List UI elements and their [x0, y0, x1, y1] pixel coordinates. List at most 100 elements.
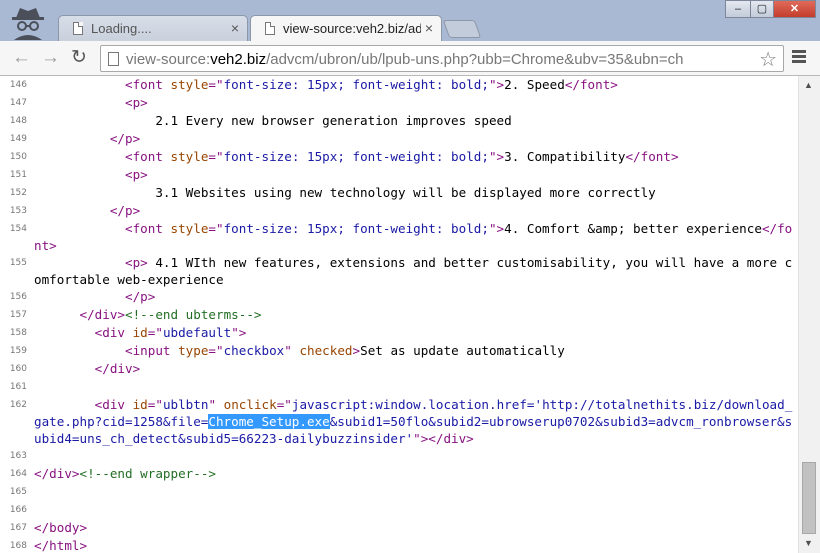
code-token: "> — [488, 149, 505, 164]
reload-button[interactable]: ↻ — [71, 48, 87, 67]
line-code: 2.1 Every new browser generation improve… — [34, 112, 798, 130]
new-tab-button[interactable] — [442, 20, 482, 38]
line-number: 165 — [9, 487, 27, 497]
code-token: <!--end ubterms--> — [125, 307, 262, 322]
vertical-scrollbar[interactable]: ▲ ▼ — [798, 76, 820, 553]
page-icon — [265, 22, 275, 35]
code-token: <p> — [125, 95, 148, 110]
line-number: 153 — [9, 206, 27, 216]
line-code — [34, 447, 798, 465]
source-line: 168 </html> — [0, 537, 798, 553]
line-code — [34, 501, 798, 519]
source-line: 164 </div><!--end wrapper--> — [0, 465, 798, 483]
scroll-up-icon[interactable]: ▲ — [804, 80, 813, 90]
title-bar: Loading.... × view-source:veh2.biz/advc … — [0, 0, 820, 42]
url-text[interactable]: view-source:veh2.biz/advcm/ubron/ub/lpub… — [126, 51, 756, 68]
code-token: </p> — [109, 203, 141, 218]
code-token: "> — [488, 77, 505, 92]
forward-button[interactable]: → — [41, 48, 60, 67]
line-number: 157 — [9, 310, 27, 320]
line-code: <p> — [34, 94, 798, 112]
maximize-button[interactable]: ▢ — [750, 0, 774, 18]
code-token: style — [170, 149, 209, 164]
source-line: 156 </p> — [0, 288, 798, 306]
code-token: 4. Comfort &amp; better experience — [504, 221, 762, 236]
incognito-icon — [12, 8, 44, 40]
line-code: </html> — [34, 537, 798, 553]
source-line: 166 — [0, 501, 798, 519]
code-token: "> — [488, 221, 505, 236]
line-number: 154 — [9, 224, 27, 234]
line-code: <font style="font-size: 15px; font-weigh… — [34, 220, 798, 254]
line-code — [34, 378, 798, 396]
line-number: 155 — [9, 258, 27, 268]
code-token: </div> — [94, 361, 141, 376]
code-token: </p> — [125, 289, 156, 304]
close-window-button[interactable]: ✕ — [773, 0, 816, 18]
code-token: font-size: 15px; font-weight: bold; — [223, 221, 489, 236]
code-token: </html> — [34, 538, 88, 553]
line-code: </div><!--end ubterms--> — [34, 306, 798, 324]
line-code: </p> — [34, 288, 798, 306]
code-token: 2.1 Every new browser generation improve… — [34, 113, 512, 128]
code-token: =" — [147, 397, 163, 412]
code-token: > — [352, 343, 361, 358]
line-number: 152 — [9, 188, 27, 198]
chrome-menu-icon[interactable] — [792, 50, 806, 65]
back-button[interactable]: ← — [12, 48, 31, 67]
source-line: 146 <font style="font-size: 15px; font-w… — [0, 76, 798, 94]
line-number: 148 — [9, 116, 27, 126]
code-token: <font — [125, 149, 171, 164]
line-code: </p> — [34, 130, 798, 148]
line-number: 146 — [9, 80, 27, 90]
code-token: 3.1 Websites using new technology will b… — [34, 185, 656, 200]
code-token: ublbtn — [162, 397, 209, 412]
tab-close-icon[interactable]: × — [425, 20, 433, 36]
scroll-thumb[interactable] — [802, 462, 816, 534]
code-token: " — [208, 397, 224, 412]
source-line: 154 <font style="font-size: 15px; font-w… — [0, 220, 798, 254]
line-number: 150 — [9, 152, 27, 162]
source-view[interactable]: 146 <font style="font-size: 15px; font-w… — [0, 76, 798, 553]
code-token: <!--end wrapper--> — [79, 466, 216, 481]
address-bar[interactable]: view-source:veh2.biz/advcm/ubron/ub/lpub… — [100, 45, 784, 72]
code-token: style — [170, 77, 209, 92]
code-token: =" — [208, 149, 224, 164]
url-path: /advcm/ubron/ub/lpub-uns.php?ubb=Chrome&… — [266, 51, 684, 68]
source-line: 157 </div><!--end ubterms--> — [0, 306, 798, 324]
tab-loading[interactable]: Loading.... × — [58, 15, 248, 42]
code-token: =" — [276, 397, 292, 412]
tab-title: view-source:veh2.biz/advc — [283, 21, 421, 36]
code-token: =" — [208, 221, 224, 236]
code-token: </p> — [109, 131, 141, 146]
source-line: 167 </body> — [0, 519, 798, 537]
code-token: 2. Speed — [504, 77, 565, 92]
code-token: <p> — [125, 167, 148, 182]
code-token: checked — [299, 343, 353, 358]
line-code — [34, 483, 798, 501]
line-number: 151 — [9, 170, 27, 180]
url-scheme: view-source: — [126, 51, 211, 68]
line-code: </body> — [34, 519, 798, 537]
tab-title: Loading.... — [91, 21, 152, 36]
scroll-down-icon[interactable]: ▼ — [804, 538, 813, 548]
code-token: "> — [231, 325, 247, 340]
line-code: <input type="checkbox" checked>Set as up… — [34, 342, 798, 360]
bookmark-star-icon[interactable]: ☆ — [759, 47, 777, 72]
line-code: <div id="ublbtn" onclick="javascript:win… — [34, 396, 798, 447]
code-token: font-size: 15px; font-weight: bold; — [223, 149, 489, 164]
line-number: 147 — [9, 98, 27, 108]
code-token: <div — [94, 325, 133, 340]
page-icon — [73, 22, 83, 35]
tab-close-icon[interactable]: × — [231, 20, 239, 36]
minimize-button[interactable]: ‒ — [725, 0, 751, 18]
code-token: id — [132, 397, 148, 412]
tab-view-source[interactable]: view-source:veh2.biz/advc × — [250, 15, 442, 42]
code-token: </font> — [564, 77, 618, 92]
